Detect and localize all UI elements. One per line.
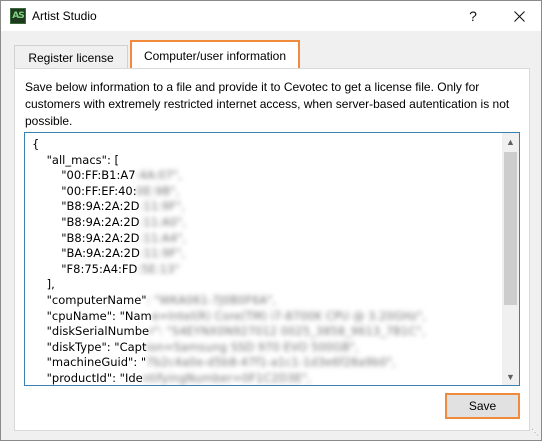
close-icon: [513, 10, 525, 22]
json-line-text: ],: [32, 277, 55, 292]
title-bar[interactable]: AS Artist Studio ?: [1, 1, 541, 31]
json-line: {: [32, 137, 426, 153]
json-line-text: {: [32, 137, 40, 151]
json-line-text: "diskSerialNumbe: [32, 324, 150, 339]
json-line-redacted-text: e=Intel(R) Core(TM) i7-8700K CPU @ 3.20G…: [151, 308, 427, 323]
json-line: "F8:75:A4:FD:5E:13": [32, 262, 426, 278]
json-line-text: "BA:9A:2A:2D: [32, 246, 140, 261]
json-line: "computerName": "WKA061-7J0B0F6A",: [32, 293, 426, 309]
json-content: { "all_macs": [ "00:FF:B1:A7:4A:07", "00…: [32, 137, 427, 385]
json-line-text: "B8:9A:2A:2D: [32, 214, 140, 229]
computer-info-panel: Save below information to a file and pro…: [14, 68, 530, 431]
tab-computer-user-information[interactable]: Computer/user information: [130, 40, 300, 69]
json-line-redacted-text: :11:A0",: [139, 214, 187, 229]
json-line: "machineGuid": "7b2c4a0e-d5b8-47f1-a1c1-…: [32, 355, 426, 371]
json-line-redacted-text: 7b2c4a0e-d5b8-47f1-a1c1-1d3e6f28a9b0",: [146, 355, 396, 370]
help-button[interactable]: ?: [453, 1, 493, 31]
json-line: "diskType": "Caption=Samsung SSD 970 EVO…: [32, 340, 426, 356]
json-line-redacted-text: r": "S4EYNX0N927012 0025_3858_9613_7B1C"…: [149, 324, 426, 339]
save-button[interactable]: Save: [445, 393, 520, 419]
description-text: Save below information to a file and pro…: [25, 80, 510, 128]
json-line: "cpuName": "Name=Intel(R) Core(TM) i7-87…: [32, 308, 427, 325]
json-line: "diskSerialNumber": "S4EYNX0N927012 0025…: [32, 324, 426, 340]
json-line: "B8:9A:2A:2D:11:A4",: [32, 231, 426, 247]
json-line-redacted-text: :11:A4",: [139, 230, 187, 245]
json-line-text: "B8:9A:2A:2D: [32, 199, 140, 214]
tab-register-license[interactable]: Register license: [14, 45, 128, 69]
resize-grip-icon[interactable]: ⋱: [529, 428, 539, 438]
json-line-redacted-text: :4A:07",: [135, 168, 182, 183]
json-line: "productId": "IdentifyingNumber=0F1C2D3E…: [32, 370, 426, 385]
scroll-thumb[interactable]: [504, 152, 517, 305]
json-line-text: "computerName": [32, 292, 147, 307]
json-line-text: "B8:9A:2A:2D: [32, 230, 140, 245]
json-line: "BA:9A:2A:2D:11:9F",: [32, 246, 426, 262]
json-line-text: "diskType": "Capt: [32, 339, 147, 354]
json-line: "B8:9A:2A:2D:11:A0",: [32, 215, 426, 231]
json-line-redacted-text: 0E:9B",: [136, 183, 180, 198]
json-line-redacted-text: : "WKA061-7J0B0F6A",: [146, 292, 277, 307]
scroll-down-icon[interactable]: ▼: [502, 368, 519, 385]
json-line: "B8:9A:2A:2D:11:9F",: [32, 199, 426, 215]
json-line-redacted-text: ion=Samsung SSD 970 EVO 500GB",: [146, 339, 359, 354]
computer-info-textarea[interactable]: { "all_macs": [ "00:FF:B1:A7:4A:07", "00…: [24, 132, 520, 386]
vertical-scrollbar[interactable]: ▲ ▼: [502, 133, 519, 385]
json-line-text: "00:FF:EF:40:: [32, 183, 137, 198]
json-line-text: "F8:75:A4:FD: [32, 261, 138, 276]
artist-studio-dialog: AS Artist Studio ? Register license Comp…: [0, 0, 542, 441]
scroll-up-icon[interactable]: ▲: [502, 133, 519, 150]
json-line-text: "machineGuid": ": [32, 355, 147, 370]
json-line-text: "productId": "Ide: [32, 370, 143, 385]
json-line-redacted-text: ntifyingNumber=0F1C2D3E",: [142, 370, 311, 385]
app-icon: AS: [10, 8, 26, 24]
close-button[interactable]: [497, 1, 541, 31]
json-line-redacted-text: :11:9F",: [139, 199, 185, 214]
json-line: "all_macs": [: [32, 153, 426, 169]
json-line-text: "cpuName": "Nam: [32, 308, 152, 323]
json-line-text: "00:FF:B1:A7: [32, 168, 136, 183]
json-line: "00:FF:B1:A7:4A:07",: [32, 168, 426, 184]
window-title: Artist Studio: [32, 9, 97, 23]
json-line-text: "all_macs": [: [32, 152, 119, 167]
json-line-redacted-text: :5E:13": [137, 261, 180, 276]
json-line-redacted-text: :11:9F",: [139, 246, 186, 261]
json-line: "00:FF:EF:40:0E:9B",: [32, 184, 426, 200]
json-line: ],: [32, 277, 426, 293]
